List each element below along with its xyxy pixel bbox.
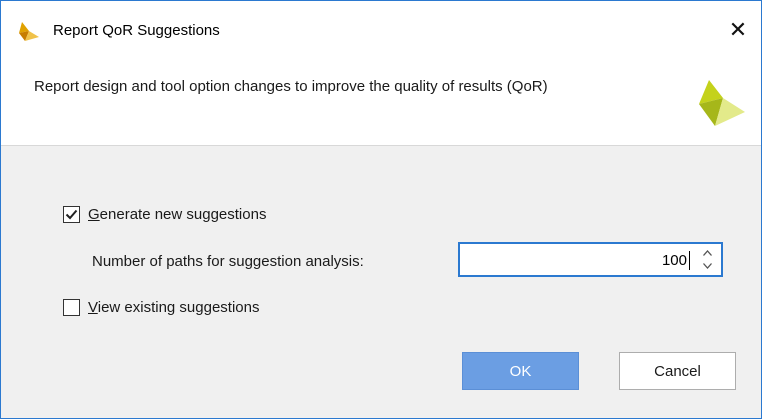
ok-button[interactable]: OK: [462, 352, 579, 390]
window-title: Report QoR Suggestions: [53, 22, 220, 39]
chevron-down-icon: [702, 263, 712, 269]
cancel-button[interactable]: Cancel: [619, 352, 736, 390]
vivado-logo-icon: [699, 80, 745, 126]
generate-suggestions-checkbox[interactable]: [63, 206, 80, 223]
paths-count-input[interactable]: 100: [662, 252, 687, 269]
view-suggestions-label: View existing suggestions: [88, 299, 260, 316]
generate-suggestions-label: Generate new suggestions: [88, 206, 267, 223]
spinner-up-button[interactable]: [697, 247, 717, 259]
text-caret: [689, 251, 690, 270]
spinner-down-button[interactable]: [697, 260, 717, 272]
report-qor-suggestions-dialog: Report QoR Suggestions ✕ Report design a…: [0, 0, 762, 419]
dialog-description: Report design and tool option changes to…: [34, 78, 548, 95]
title-bar[interactable]: Report QoR Suggestions ✕: [1, 1, 761, 59]
generate-suggestions-option[interactable]: Generate new suggestions: [63, 206, 266, 223]
view-suggestions-option[interactable]: View existing suggestions: [63, 299, 260, 316]
checkmark-icon: [65, 209, 78, 220]
paths-count-spinner[interactable]: 100: [458, 242, 723, 277]
paths-count-label: Number of paths for suggestion analysis:: [92, 253, 364, 270]
close-icon: ✕: [728, 17, 748, 42]
description-banner: Report design and tool option changes to…: [1, 59, 761, 146]
close-button[interactable]: ✕: [715, 1, 761, 59]
view-suggestions-checkbox[interactable]: [63, 299, 80, 316]
chevron-up-icon: [702, 250, 712, 256]
vivado-logo-icon: [19, 22, 39, 41]
spinner-arrows: [697, 247, 717, 272]
